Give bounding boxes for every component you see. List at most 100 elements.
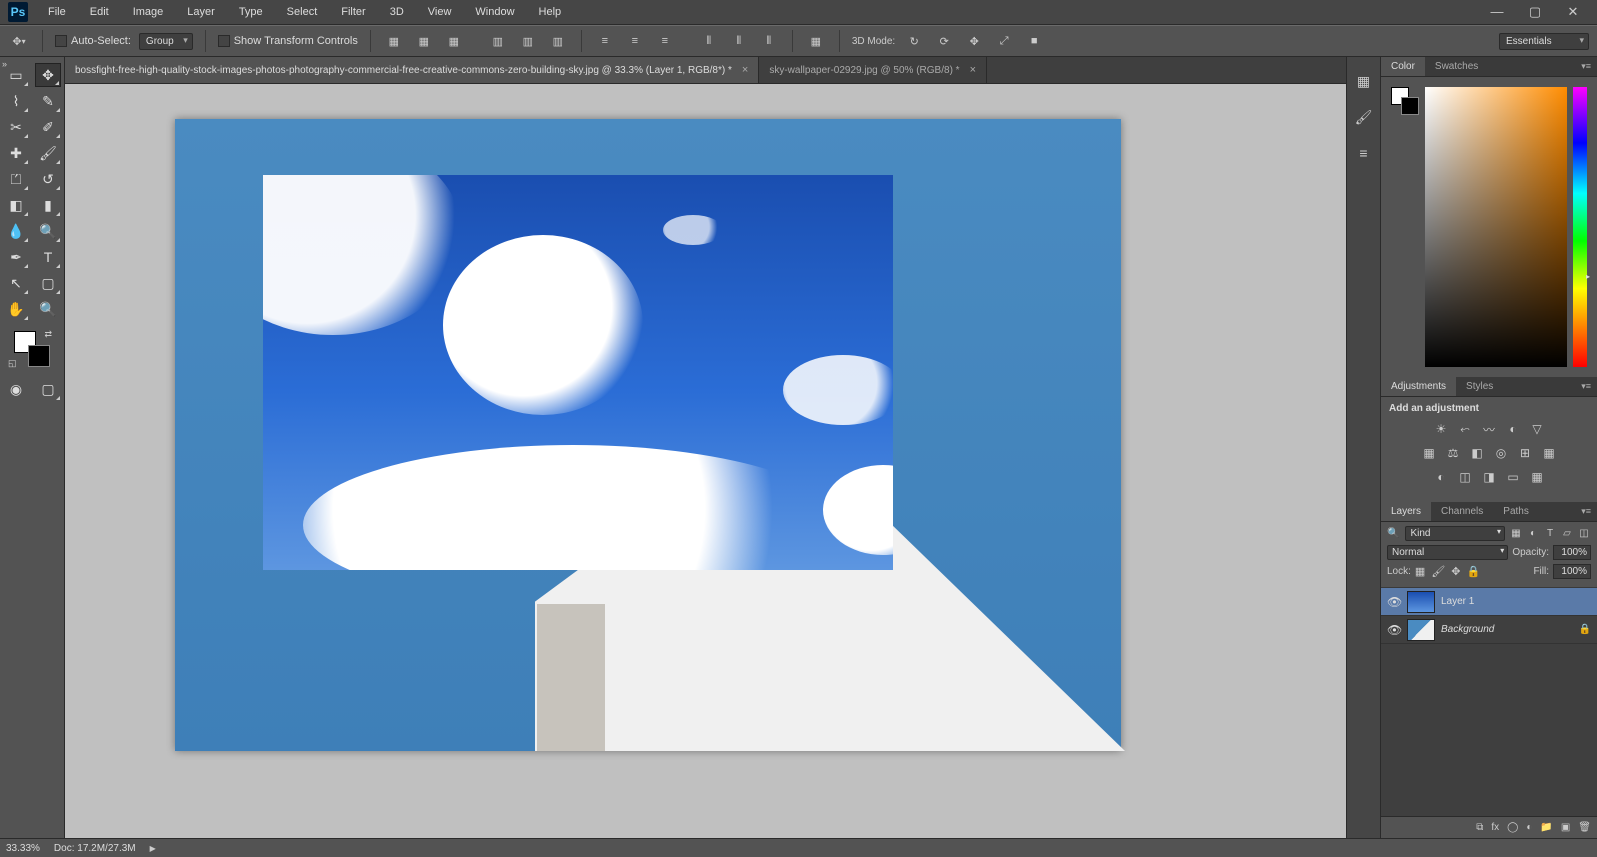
document-canvas[interactable] xyxy=(175,119,1121,751)
healing-brush-tool[interactable]: ✚ xyxy=(3,141,29,165)
menu-help[interactable]: Help xyxy=(527,2,574,22)
black-white-icon[interactable]: ◧ xyxy=(1468,444,1486,462)
filter-pixel-icon[interactable]: ▦ xyxy=(1509,528,1523,539)
document-tab-1[interactable]: bossfight-free-high-quality-stock-images… xyxy=(65,57,759,83)
crop-tool[interactable]: ✂ xyxy=(3,115,29,139)
swap-colors-icon[interactable]: ⇄ xyxy=(44,329,52,340)
exposure-icon[interactable]: ◐ xyxy=(1504,420,1522,438)
clone-stamp-tool[interactable]: ⏍ xyxy=(3,167,29,191)
zoom-level[interactable]: 33.33% xyxy=(6,843,40,854)
vibrance-icon[interactable]: ▽ xyxy=(1528,420,1546,438)
threshold-icon[interactable]: ◨ xyxy=(1480,468,1498,486)
auto-select-dropdown[interactable]: Group xyxy=(139,33,193,50)
styles-tab[interactable]: Styles xyxy=(1456,377,1503,396)
curves-icon[interactable]: 〰 xyxy=(1480,420,1498,438)
3d-roll-icon[interactable]: ⟳ xyxy=(933,30,955,52)
photo-filter-icon[interactable]: ◎ xyxy=(1492,444,1510,462)
menu-select[interactable]: Select xyxy=(275,2,330,22)
menu-file[interactable]: File xyxy=(36,2,78,22)
quick-mask-tool[interactable]: ◉ xyxy=(3,377,29,401)
screen-mode-tool[interactable]: ▢ xyxy=(35,377,61,401)
swatches-tab[interactable]: Swatches xyxy=(1425,57,1488,76)
canvas-area[interactable] xyxy=(65,84,1346,838)
menu-3d[interactable]: 3D xyxy=(378,2,416,22)
blend-mode-dropdown[interactable]: Normal xyxy=(1387,545,1508,560)
brush-tool[interactable]: 🖌 xyxy=(35,141,61,165)
rectangular-marquee-tool[interactable]: ▭ xyxy=(3,63,29,87)
lock-pixels-icon[interactable]: 🖌 xyxy=(1431,565,1445,578)
3d-slide-icon[interactable]: ⤢ xyxy=(993,30,1015,52)
window-close-button[interactable]: ✕ xyxy=(1559,4,1587,20)
menu-filter[interactable]: Filter xyxy=(329,2,377,22)
layer-thumbnail[interactable] xyxy=(1407,619,1435,641)
dodge-tool[interactable]: 🔍 xyxy=(35,219,61,243)
workspace-switcher[interactable]: Essentials xyxy=(1499,33,1589,50)
channels-tab[interactable]: Channels xyxy=(1431,502,1493,521)
levels-icon[interactable]: ⬿ xyxy=(1456,420,1474,438)
paths-tab[interactable]: Paths xyxy=(1493,502,1539,521)
window-maximize-button[interactable]: ▢ xyxy=(1521,4,1549,20)
color-field[interactable] xyxy=(1425,87,1567,367)
distribute-left-icon[interactable]: ⦀ xyxy=(698,30,720,52)
eyedropper-tool[interactable]: ✐ xyxy=(35,115,61,139)
filter-adjustment-icon[interactable]: ◐ xyxy=(1526,528,1540,539)
show-transform-checkbox[interactable]: Show Transform Controls xyxy=(218,35,358,47)
distribute-top-icon[interactable]: ≡ xyxy=(594,30,616,52)
eraser-tool[interactable]: ◧ xyxy=(3,193,29,217)
new-layer-icon[interactable]: ▣ xyxy=(1561,822,1570,833)
filter-smart-icon[interactable]: ◫ xyxy=(1577,528,1591,539)
align-bottom-edges-icon[interactable]: ▦ xyxy=(443,30,465,52)
status-menu-icon[interactable]: ▶ xyxy=(150,844,156,853)
layer-thumbnail[interactable] xyxy=(1407,591,1435,613)
fill-field[interactable]: 100% xyxy=(1553,564,1591,579)
lasso-tool[interactable]: ⌇ xyxy=(3,89,29,113)
default-colors-icon[interactable]: ◱ xyxy=(8,358,17,369)
hue-slider[interactable] xyxy=(1573,87,1587,367)
window-minimize-button[interactable]: — xyxy=(1483,4,1511,20)
new-adjustment-layer-icon[interactable]: ◐ xyxy=(1526,822,1532,833)
color-balance-icon[interactable]: ⚖ xyxy=(1444,444,1462,462)
auto-select-checkbox[interactable]: Auto-Select: xyxy=(55,35,131,47)
align-vertical-centers-icon[interactable]: ▦ xyxy=(413,30,435,52)
layer-item-1[interactable]: 👁 Layer 1 xyxy=(1381,588,1597,616)
filter-type-icon[interactable]: T xyxy=(1543,528,1557,539)
layer-item-background[interactable]: 👁 Background 🔒 xyxy=(1381,616,1597,644)
menu-window[interactable]: Window xyxy=(463,2,526,22)
layer-lock-icon[interactable]: 🔒 xyxy=(1579,624,1591,635)
align-right-edges-icon[interactable]: ▥ xyxy=(547,30,569,52)
distribute-hcenter-icon[interactable]: ⦀ xyxy=(728,30,750,52)
type-tool[interactable]: T xyxy=(35,245,61,269)
hand-tool[interactable]: ✋ xyxy=(3,297,29,321)
align-horizontal-centers-icon[interactable]: ▥ xyxy=(517,30,539,52)
gradient-map-icon[interactable]: ▭ xyxy=(1504,468,1522,486)
close-tab-2-icon[interactable]: × xyxy=(970,64,976,76)
brightness-contrast-icon[interactable]: ☀ xyxy=(1432,420,1450,438)
color-panel-menu-icon[interactable]: ▾≡ xyxy=(1575,57,1597,76)
hue-saturation-icon[interactable]: ▦ xyxy=(1420,444,1438,462)
layer-name[interactable]: Layer 1 xyxy=(1441,596,1591,607)
document-tab-2[interactable]: sky-wallpaper-02929.jpg @ 50% (RGB/8) * … xyxy=(759,57,987,83)
pen-tool[interactable]: ✒ xyxy=(3,245,29,269)
layer-style-icon[interactable]: fx xyxy=(1491,822,1499,833)
lock-all-icon[interactable]: 🔒 xyxy=(1467,565,1481,578)
link-layers-icon[interactable]: ⧉ xyxy=(1476,822,1483,833)
brush-presets-panel-icon[interactable]: 🖌 xyxy=(1354,107,1374,127)
move-tool[interactable]: ✥ xyxy=(35,63,61,87)
3d-rotate-icon[interactable]: ↻ xyxy=(903,30,925,52)
adjustments-tab[interactable]: Adjustments xyxy=(1381,377,1456,396)
background-color[interactable] xyxy=(28,345,50,367)
distribute-vcenter-icon[interactable]: ≡ xyxy=(624,30,646,52)
color-lookup-icon[interactable]: ▦ xyxy=(1540,444,1558,462)
blur-tool[interactable]: 💧 xyxy=(3,219,29,243)
3d-scale-icon[interactable]: ■ xyxy=(1023,30,1045,52)
align-left-edges-icon[interactable]: ▥ xyxy=(487,30,509,52)
properties-panel-icon[interactable]: ≡ xyxy=(1354,143,1374,163)
quick-selection-tool[interactable]: ✎ xyxy=(35,89,61,113)
zoom-tool[interactable]: 🔍 xyxy=(35,297,61,321)
distribute-bottom-icon[interactable]: ≡ xyxy=(654,30,676,52)
selective-color-icon[interactable]: ▦ xyxy=(1528,468,1546,486)
color-tab[interactable]: Color xyxy=(1381,57,1425,76)
auto-align-icon[interactable]: ▦ xyxy=(805,30,827,52)
opacity-field[interactable]: 100% xyxy=(1553,545,1591,560)
color-panel-swatches[interactable] xyxy=(1391,87,1419,115)
